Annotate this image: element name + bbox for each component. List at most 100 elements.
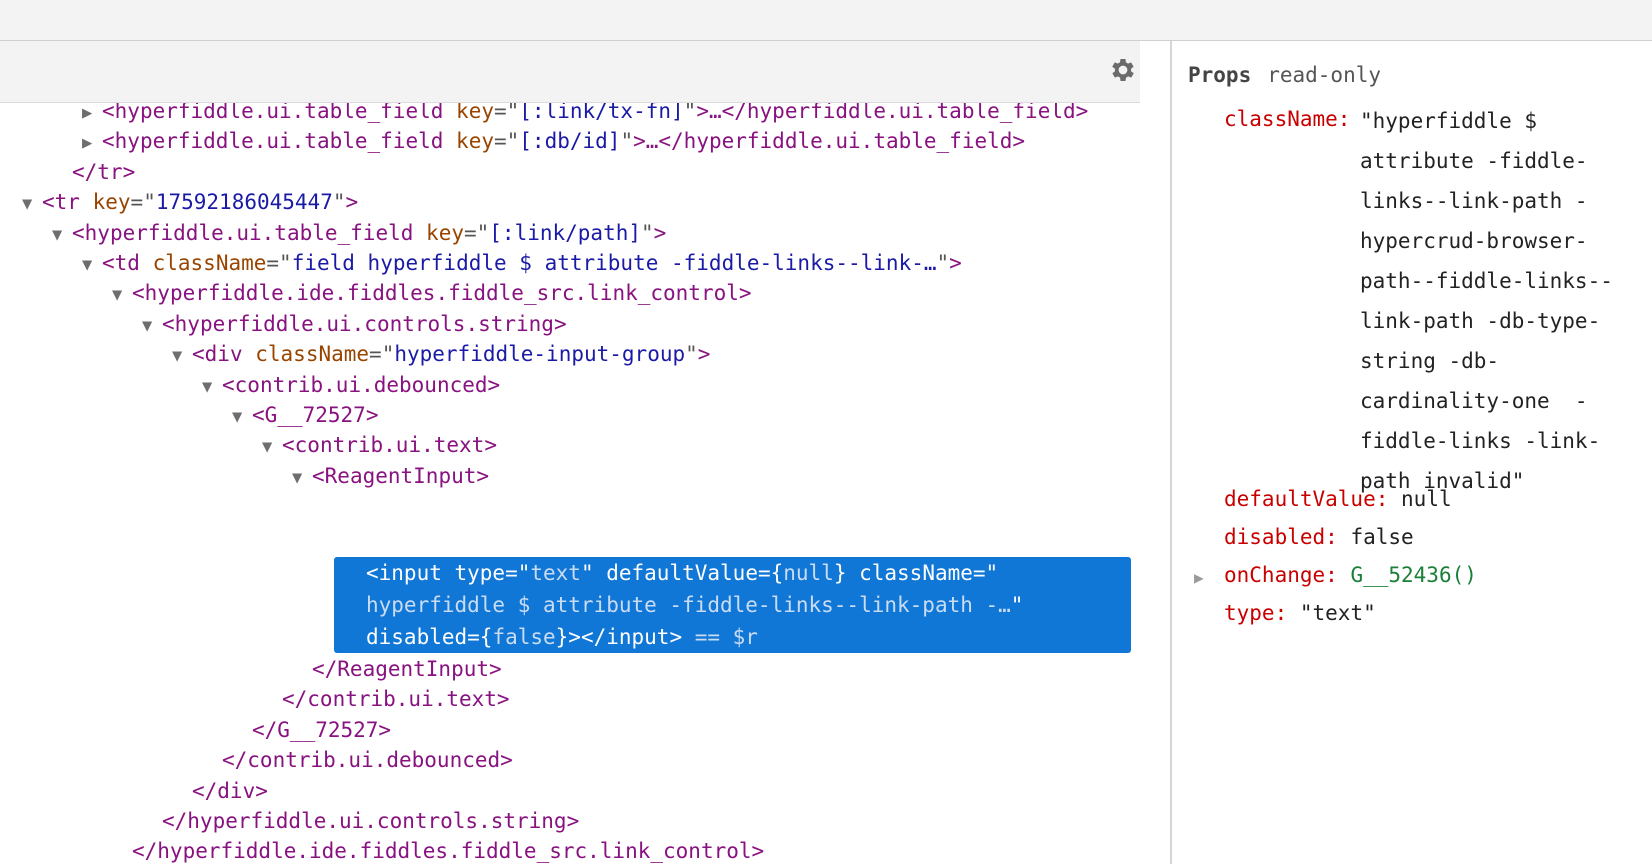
triangle-right-icon[interactable]: ▶	[82, 127, 102, 159]
triangle-down-icon[interactable]: ▼	[142, 310, 162, 342]
selected-line-1: <input type="text" defaultValue={null} c…	[366, 557, 998, 589]
tree-row[interactable]: ▼ <G__72527>	[0, 399, 1140, 431]
prop-onchange-value: G__52436()	[1350, 563, 1477, 587]
tag-bracket: >	[633, 129, 646, 154]
tree-row[interactable]: ▼ <hyperfiddle.ui.table_field key="[:link…	[0, 217, 1140, 249]
tree-row-closing[interactable]: </hyperfiddle.ui.controls.string>	[0, 805, 1140, 837]
prop-disabled-value[interactable]: false	[1350, 525, 1413, 549]
triangle-right-icon[interactable]: ▶	[1194, 568, 1204, 587]
attribute-value: hyperfiddle-input-group	[394, 342, 686, 367]
tag-name: ReagentInput	[324, 463, 477, 488]
tag-name: hyperfiddle.ui.table_field	[84, 220, 414, 245]
triangle-down-icon[interactable]: ▼	[232, 401, 252, 433]
tree-row[interactable]: ▶ <hyperfiddle.ui.table_field key="[:link…	[0, 103, 1140, 127]
props-title: Props	[1188, 63, 1252, 87]
triangle-down-icon[interactable]: ▼	[292, 462, 312, 494]
closing-tag: </ReagentInput>	[312, 657, 502, 681]
tree-row[interactable]: ▼ <contrib.ui.text>	[0, 429, 1140, 461]
selected-tag-open: <input type="	[366, 561, 531, 585]
closing-tag: </G__72527>	[252, 717, 392, 742]
prop-classname-key: className:	[1224, 107, 1351, 131]
tree-row[interactable]: ▼ <contrib.ui.debounced>	[0, 369, 1140, 401]
tree-row-closing[interactable]: </contrib.ui.debounced>	[0, 744, 1140, 776]
selected-disabled-value: false	[492, 625, 556, 649]
triangle-down-icon[interactable]: ▼	[112, 279, 132, 311]
prop-onchange[interactable]: onChange: G__52436()	[1224, 555, 1477, 595]
tree-row[interactable]: ▼ <hyperfiddle.ide.fiddles.fiddle_src.lin…	[0, 277, 1140, 309]
attribute-quote: "	[683, 103, 697, 123]
closing-tag: </hyperfiddle.ide.fiddles.fiddle_src.lin…	[132, 839, 765, 864]
tree-row-closing[interactable]: </ReagentInput>	[0, 653, 1140, 685]
closing-tag: </div>	[192, 778, 268, 803]
tag-name: contrib.ui.text	[294, 433, 485, 458]
attribute-quote: "	[641, 220, 654, 245]
tag-name: hyperfiddle.ui.controls.string	[174, 311, 554, 336]
attribute-name: className	[255, 342, 370, 367]
tag-bracket: >	[484, 433, 497, 458]
tag-name: hyperfiddle.ide.fiddles.fiddle_src.link_…	[144, 281, 739, 306]
collapsed-content: …</hyperfiddle.ui.table_field>	[708, 103, 1089, 123]
attribute-name: key	[426, 220, 464, 245]
attribute-equals: ="	[130, 190, 156, 215]
triangle-down-icon[interactable]: ▼	[22, 188, 42, 220]
tree-row[interactable]: ▼ <td className="field hyperfiddle $ attr…	[0, 247, 1140, 279]
gear-icon[interactable]	[1108, 55, 1138, 85]
tree-row[interactable]: ▼ <hyperfiddle.ui.controls.string>	[0, 308, 1140, 340]
tag-name: tr	[54, 190, 80, 215]
prop-classname-value[interactable]: "hyperfiddle $ attribute -fiddle- links-…	[1360, 101, 1650, 501]
prop-defaultvalue-value[interactable]: null	[1401, 487, 1452, 511]
props-header: Props read-only	[1188, 63, 1381, 87]
attribute-quote: "	[620, 129, 634, 154]
tag-bracket: <	[102, 129, 115, 154]
tree-row[interactable]: ▼ <div className="hyperfiddle-input-group…	[0, 338, 1140, 370]
tag-bracket: <	[282, 433, 295, 458]
tree-row-closing[interactable]: </div>	[0, 775, 1140, 807]
selected-disabled-attr: disabled={	[366, 625, 493, 649]
selected-node-input[interactable]: <input type="text" defaultValue={null} c…	[334, 557, 1131, 653]
props-subtitle: read-only	[1267, 63, 1382, 87]
tag-bracket: >	[949, 251, 962, 275]
tree-row[interactable]: ▶ <hyperfiddle.ui.table_field key="[:db/i…	[0, 125, 1140, 157]
attribute-quote: "	[685, 342, 698, 367]
selected-type-value: text	[530, 561, 581, 585]
triangle-down-icon[interactable]: ▼	[172, 340, 192, 372]
attribute-name: key	[456, 103, 494, 123]
selected-classname-attr: } className="	[833, 561, 999, 585]
prop-type-value[interactable]: "text"	[1300, 601, 1376, 625]
tree-row-closing[interactable]: </G__72527>	[0, 714, 1140, 746]
tag-bracket: <	[162, 311, 175, 336]
tag-bracket: >	[553, 311, 567, 336]
tag-bracket: <	[252, 403, 265, 427]
element-tree: <input type="text" defaultValue={null} c…	[0, 103, 1140, 864]
tag-bracket: >	[738, 281, 752, 306]
tree-row[interactable]: ▼ <tr key="17592186045447">	[0, 186, 1140, 218]
tag-bracket: >	[345, 190, 359, 215]
triangle-down-icon[interactable]: ▼	[262, 431, 282, 463]
prop-defaultvalue-key: defaultValue:	[1224, 487, 1389, 511]
attribute-equals: ="	[493, 103, 520, 123]
tag-bracket: <	[312, 463, 325, 488]
triangle-down-icon[interactable]: ▼	[82, 249, 102, 281]
prop-classname: className:	[1224, 99, 1350, 139]
attribute-value: [:link/tx-fn]	[519, 103, 684, 123]
closing-tag: </contrib.ui.debounced>	[222, 748, 513, 773]
selected-classname-quote: "	[1010, 593, 1024, 617]
component-tree-pane: <input type="text" defaultValue={null} c…	[0, 41, 1170, 864]
tree-row[interactable]: </tr>	[0, 156, 1140, 188]
tree-row[interactable]: ▼ <ReagentInput>	[0, 460, 1140, 492]
tree-row-closing[interactable]: </contrib.ui.text>	[0, 683, 1140, 715]
attribute-value: field hyperfiddle $ attribute -fiddle-li…	[291, 251, 937, 275]
tag-name: contrib.ui.debounced	[234, 372, 488, 397]
triangle-down-icon[interactable]: ▼	[52, 219, 72, 251]
selected-default-attr: " defaultValue={	[580, 561, 784, 585]
attribute-quote: "	[936, 251, 950, 275]
attribute-name: className	[152, 251, 267, 275]
tag-bracket: <	[222, 372, 235, 397]
tag-bracket: >	[487, 372, 501, 397]
triangle-down-icon[interactable]: ▼	[202, 371, 222, 403]
tree-row-closing[interactable]: </hyperfiddle.ide.fiddles.fiddle_src.lin…	[0, 835, 1140, 864]
